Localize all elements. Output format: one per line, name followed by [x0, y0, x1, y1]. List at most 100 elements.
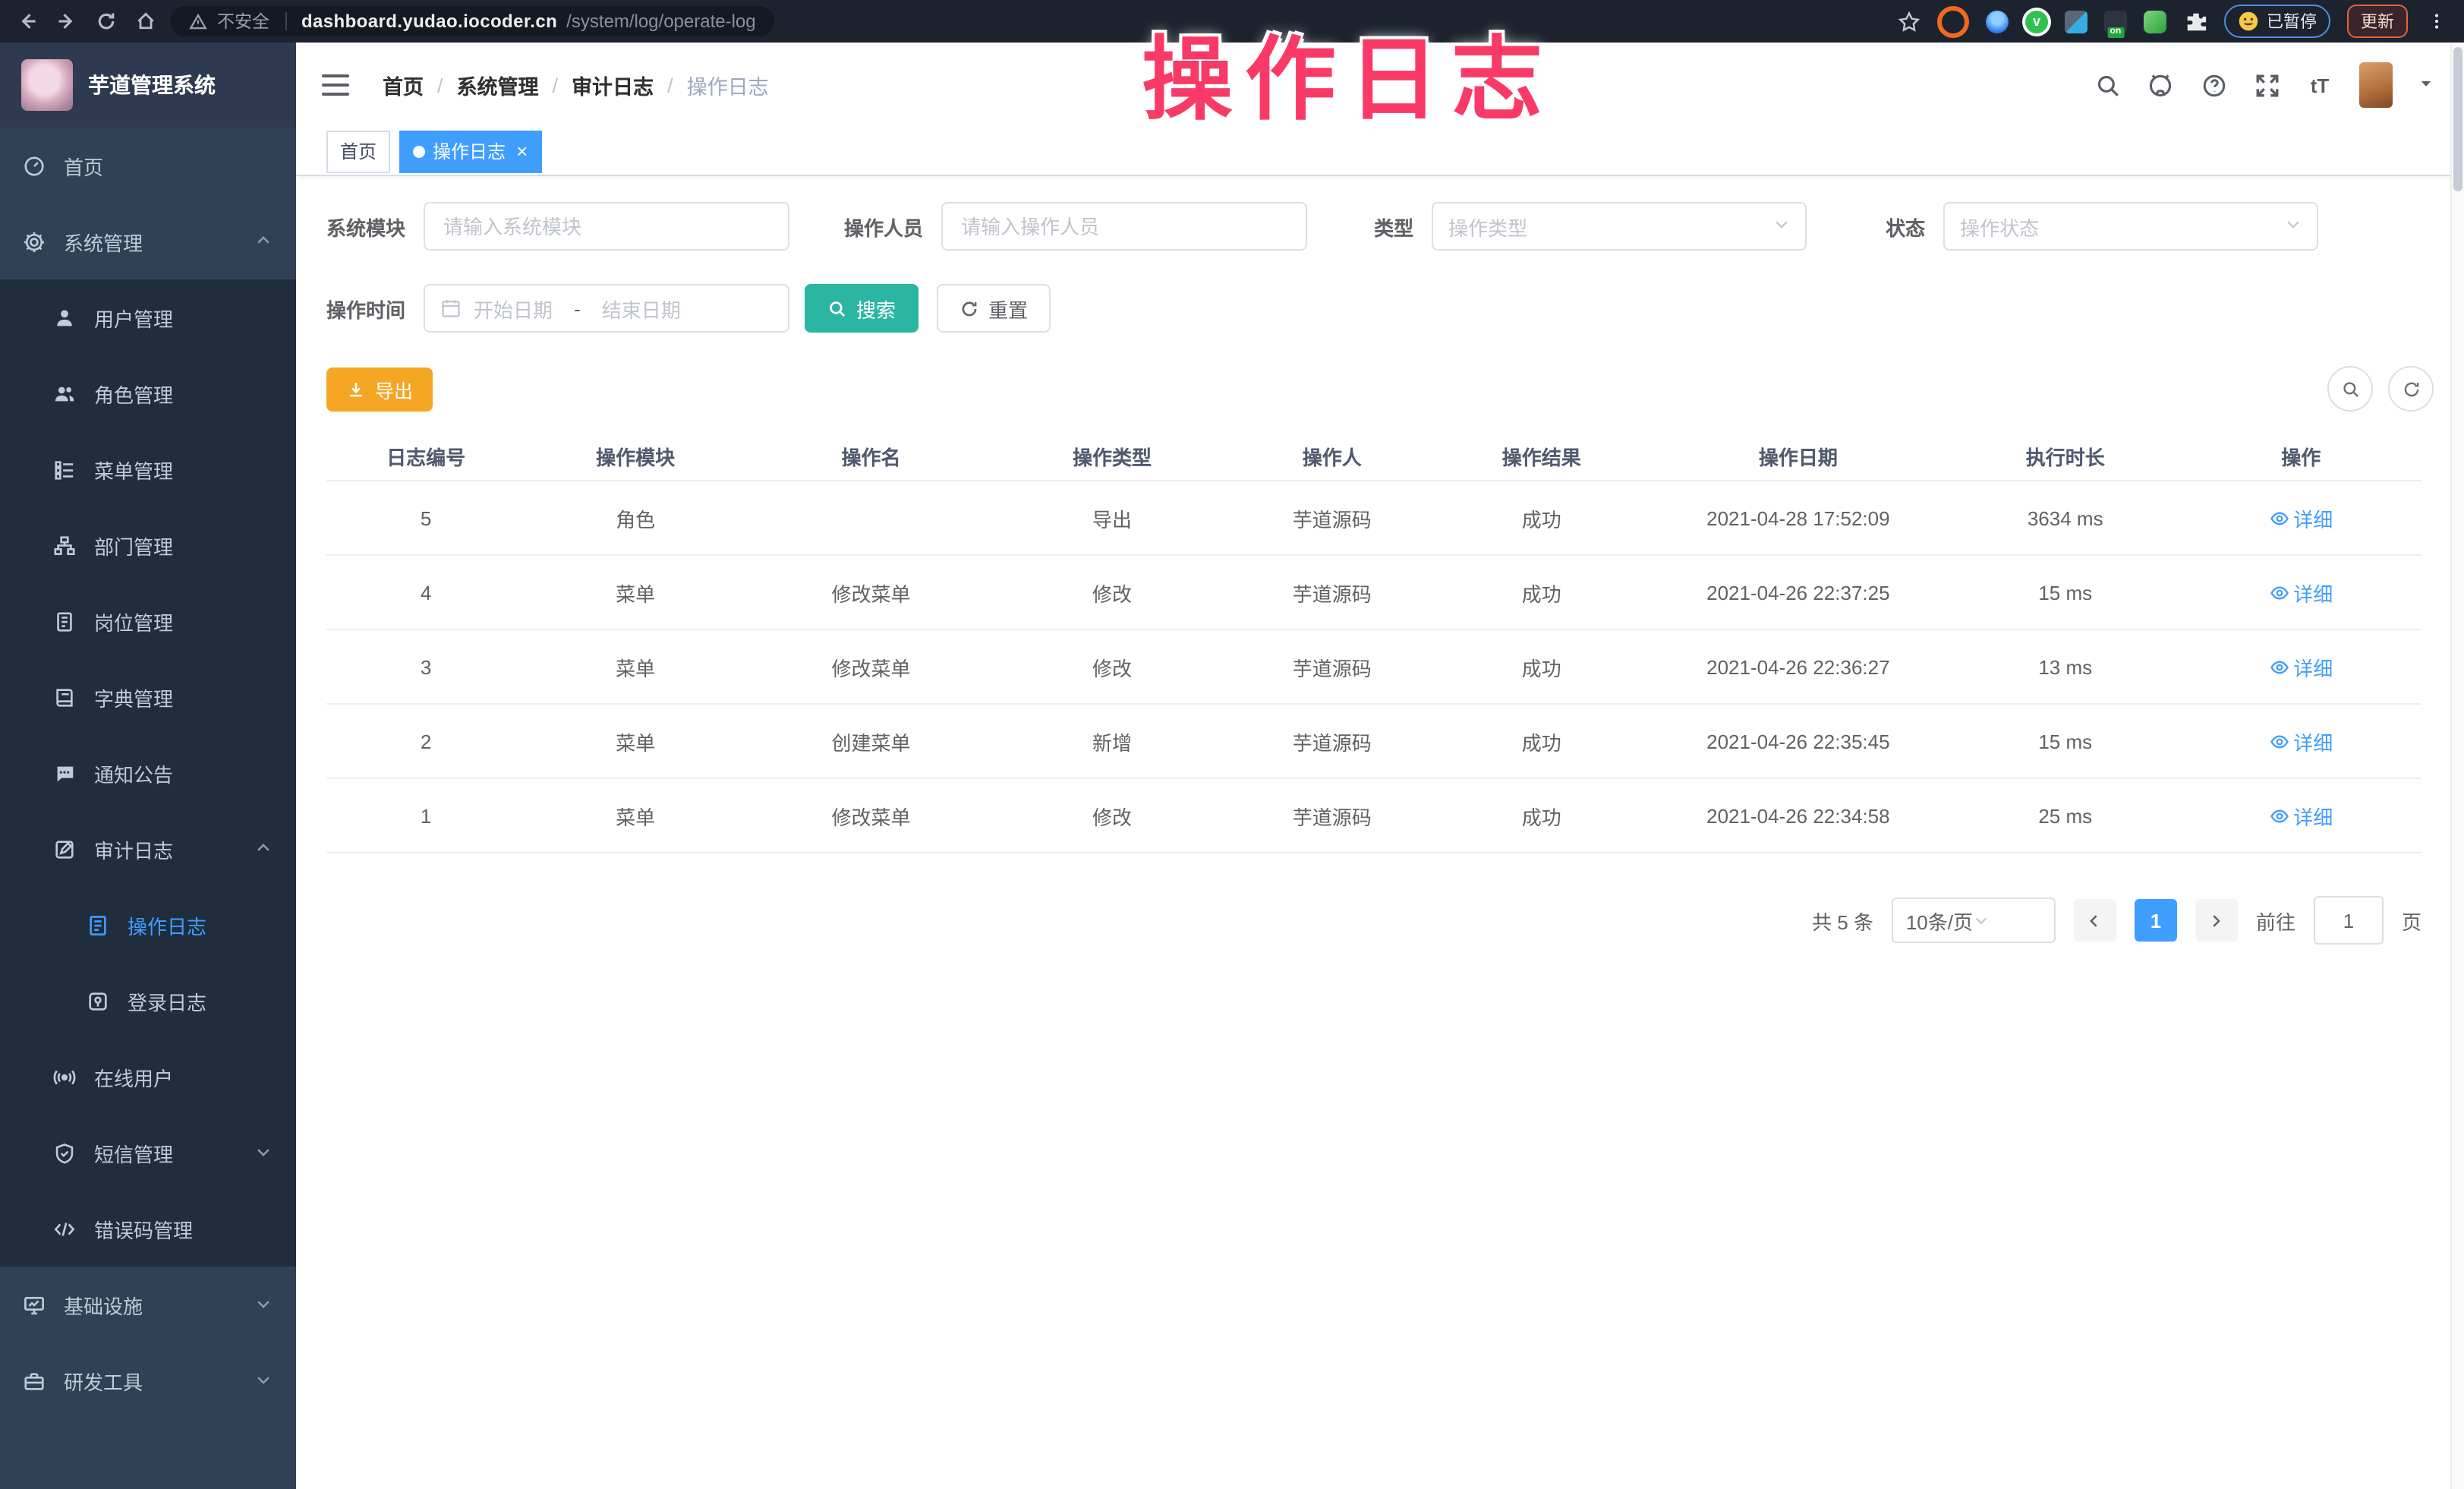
col-log-id: 日志编号 — [326, 433, 525, 481]
page-number-active[interactable]: 1 — [2135, 899, 2177, 942]
refresh-table-icon[interactable] — [2388, 366, 2434, 412]
eye-icon — [2269, 582, 2289, 602]
extension-icon[interactable]: v — [2025, 10, 2048, 33]
app-logo[interactable]: 芋道管理系统 — [0, 43, 296, 128]
page-size-select[interactable]: 10条/页 — [1892, 898, 2056, 943]
operator-input[interactable] — [941, 202, 1307, 251]
detail-link[interactable]: 详细 — [2269, 503, 2333, 532]
reset-button[interactable]: 重置 — [937, 284, 1051, 333]
close-icon[interactable]: × — [516, 141, 528, 161]
detail-link[interactable]: 详细 — [2269, 727, 2333, 756]
browser-actions: v on 已暂停 更新 — [1896, 5, 2464, 38]
monitor-icon — [21, 1292, 46, 1317]
sidebar-item-online-users[interactable]: 在线用户 — [0, 1039, 296, 1115]
sidebar-item-login-log[interactable]: 登录日志 — [0, 963, 296, 1039]
scrollbar-thumb[interactable] — [2453, 47, 2462, 191]
sidebar-item-dict[interactable]: 字典管理 — [0, 659, 296, 735]
url-path: /system/log/operate-log — [566, 11, 755, 32]
sidebar-item-error-code[interactable]: 错误码管理 — [0, 1191, 296, 1267]
detail-link[interactable]: 详细 — [2269, 801, 2333, 830]
user-avatar[interactable] — [2359, 62, 2393, 108]
dashboard-icon — [21, 153, 46, 178]
table-row: 1 菜单 修改菜单 修改 芋道源码 成功 2021-04-26 22:34:58… — [326, 778, 2421, 853]
refresh-icon — [959, 298, 979, 318]
sidebar-item-menus[interactable]: 菜单管理 — [0, 431, 296, 507]
chevron-down-icon — [1974, 913, 2042, 928]
col-module: 操作模块 — [525, 433, 745, 481]
home-icon[interactable] — [134, 9, 158, 33]
extension-icon[interactable] — [1986, 10, 2009, 33]
extension-icon[interactable] — [2144, 10, 2166, 33]
date-range-picker[interactable]: 开始日期 - 结束日期 — [424, 284, 789, 333]
sidebar-item-audit-log[interactable]: 审计日志 — [0, 811, 296, 887]
sidebar-toggle-icon[interactable] — [322, 74, 349, 96]
show-search-icon[interactable] — [2327, 366, 2373, 412]
table-toolbar: 导出 — [326, 366, 2434, 412]
security-label: 不安全 — [217, 9, 269, 33]
extension-icon[interactable] — [1937, 5, 1969, 37]
export-button[interactable]: 导出 — [326, 367, 433, 411]
time-label: 操作时间 — [326, 294, 405, 323]
sidebar-item-departments[interactable]: 部门管理 — [0, 507, 296, 583]
breadcrumb-system[interactable]: 系统管理 — [457, 70, 539, 100]
sidebar-item-sms[interactable]: 短信管理 — [0, 1115, 296, 1191]
sidebar-item-posts[interactable]: 岗位管理 — [0, 583, 296, 659]
search-icon[interactable] — [2094, 71, 2121, 99]
extension-icon[interactable] — [2065, 10, 2087, 33]
back-icon[interactable] — [15, 9, 39, 33]
sidebar-item-users[interactable]: 用户管理 — [0, 279, 296, 355]
menu-dots-icon[interactable] — [2425, 9, 2449, 33]
breadcrumb-current: 操作日志 — [687, 70, 769, 100]
status-label: 状态 — [1886, 212, 1925, 241]
eye-icon — [2269, 657, 2289, 677]
sidebar-item-infra[interactable]: 基础设施 — [0, 1267, 296, 1342]
search-button[interactable]: 搜索 — [805, 284, 918, 333]
breadcrumb-audit[interactable]: 审计日志 — [572, 70, 654, 100]
puzzle-extensions-icon[interactable] — [2183, 9, 2207, 33]
scrollbar[interactable] — [2450, 43, 2464, 1489]
sidebar-item-home[interactable]: 首页 — [0, 128, 296, 203]
fullscreen-icon[interactable] — [2253, 71, 2280, 99]
magnifier-icon — [827, 298, 847, 318]
detail-link[interactable]: 详细 — [2269, 578, 2333, 607]
forward-icon[interactable] — [55, 9, 79, 33]
type-select[interactable]: 操作类型 — [1432, 202, 1807, 251]
header: 首页 / 系统管理 / 审计日志 / 操作日志 — [296, 43, 2464, 128]
org-tree-icon — [52, 533, 76, 557]
font-size-icon[interactable]: tT — [2306, 71, 2333, 99]
sidebar-item-roles[interactable]: 角色管理 — [0, 355, 296, 431]
filter-row-2: 操作时间 开始日期 - 结束日期 搜索 重置 — [326, 284, 2434, 333]
header-actions: tT — [2094, 62, 2434, 108]
module-input[interactable] — [424, 202, 789, 251]
next-page-icon[interactable] — [2195, 899, 2238, 942]
detail-link[interactable]: 详细 — [2269, 652, 2333, 681]
address-bar[interactable]: 不安全 dashboard.yudao.iocoder.cn/system/lo… — [170, 6, 774, 36]
goto-page-input[interactable] — [2314, 896, 2384, 945]
prev-page-icon[interactable] — [2074, 899, 2116, 942]
col-duration: 执行时长 — [1950, 433, 2181, 481]
sidebar-item-notice[interactable]: 通知公告 — [0, 735, 296, 811]
sidebar-item-devtools[interactable]: 研发工具 — [0, 1342, 296, 1418]
dict-book-icon — [52, 685, 76, 709]
help-icon[interactable] — [2200, 71, 2227, 99]
bookmark-star-icon[interactable] — [1896, 9, 1920, 33]
caret-down-icon[interactable] — [2418, 71, 2434, 99]
chevron-down-icon — [255, 1141, 272, 1164]
breadcrumb-home[interactable]: 首页 — [383, 70, 424, 100]
profile-paused-badge[interactable]: 已暂停 — [2224, 5, 2330, 38]
sidebar-item-operate-log[interactable]: 操作日志 — [0, 887, 296, 963]
status-select[interactable]: 操作状态 — [1943, 202, 2318, 251]
address-divider — [285, 12, 286, 30]
tag-home[interactable]: 首页 — [326, 130, 390, 172]
extension-icon[interactable]: on — [2104, 10, 2127, 33]
goto-label: 前往 — [2256, 906, 2295, 935]
chrome-update-button[interactable]: 更新 — [2347, 5, 2408, 38]
operate-log-table: 日志编号 操作模块 操作名 操作类型 操作人 操作结果 操作日期 执行时长 操作 — [326, 433, 2421, 853]
sidebar-item-system[interactable]: 系统管理 — [0, 203, 296, 279]
reload-icon[interactable] — [94, 9, 118, 33]
chevron-down-icon — [2285, 213, 2302, 240]
tag-operate-log[interactable]: 操作日志 × — [399, 130, 541, 172]
github-icon[interactable] — [2147, 71, 2174, 99]
table-row: 3 菜单 修改菜单 修改 芋道源码 成功 2021-04-26 22:36:27… — [326, 629, 2421, 704]
eye-icon — [2269, 508, 2289, 528]
